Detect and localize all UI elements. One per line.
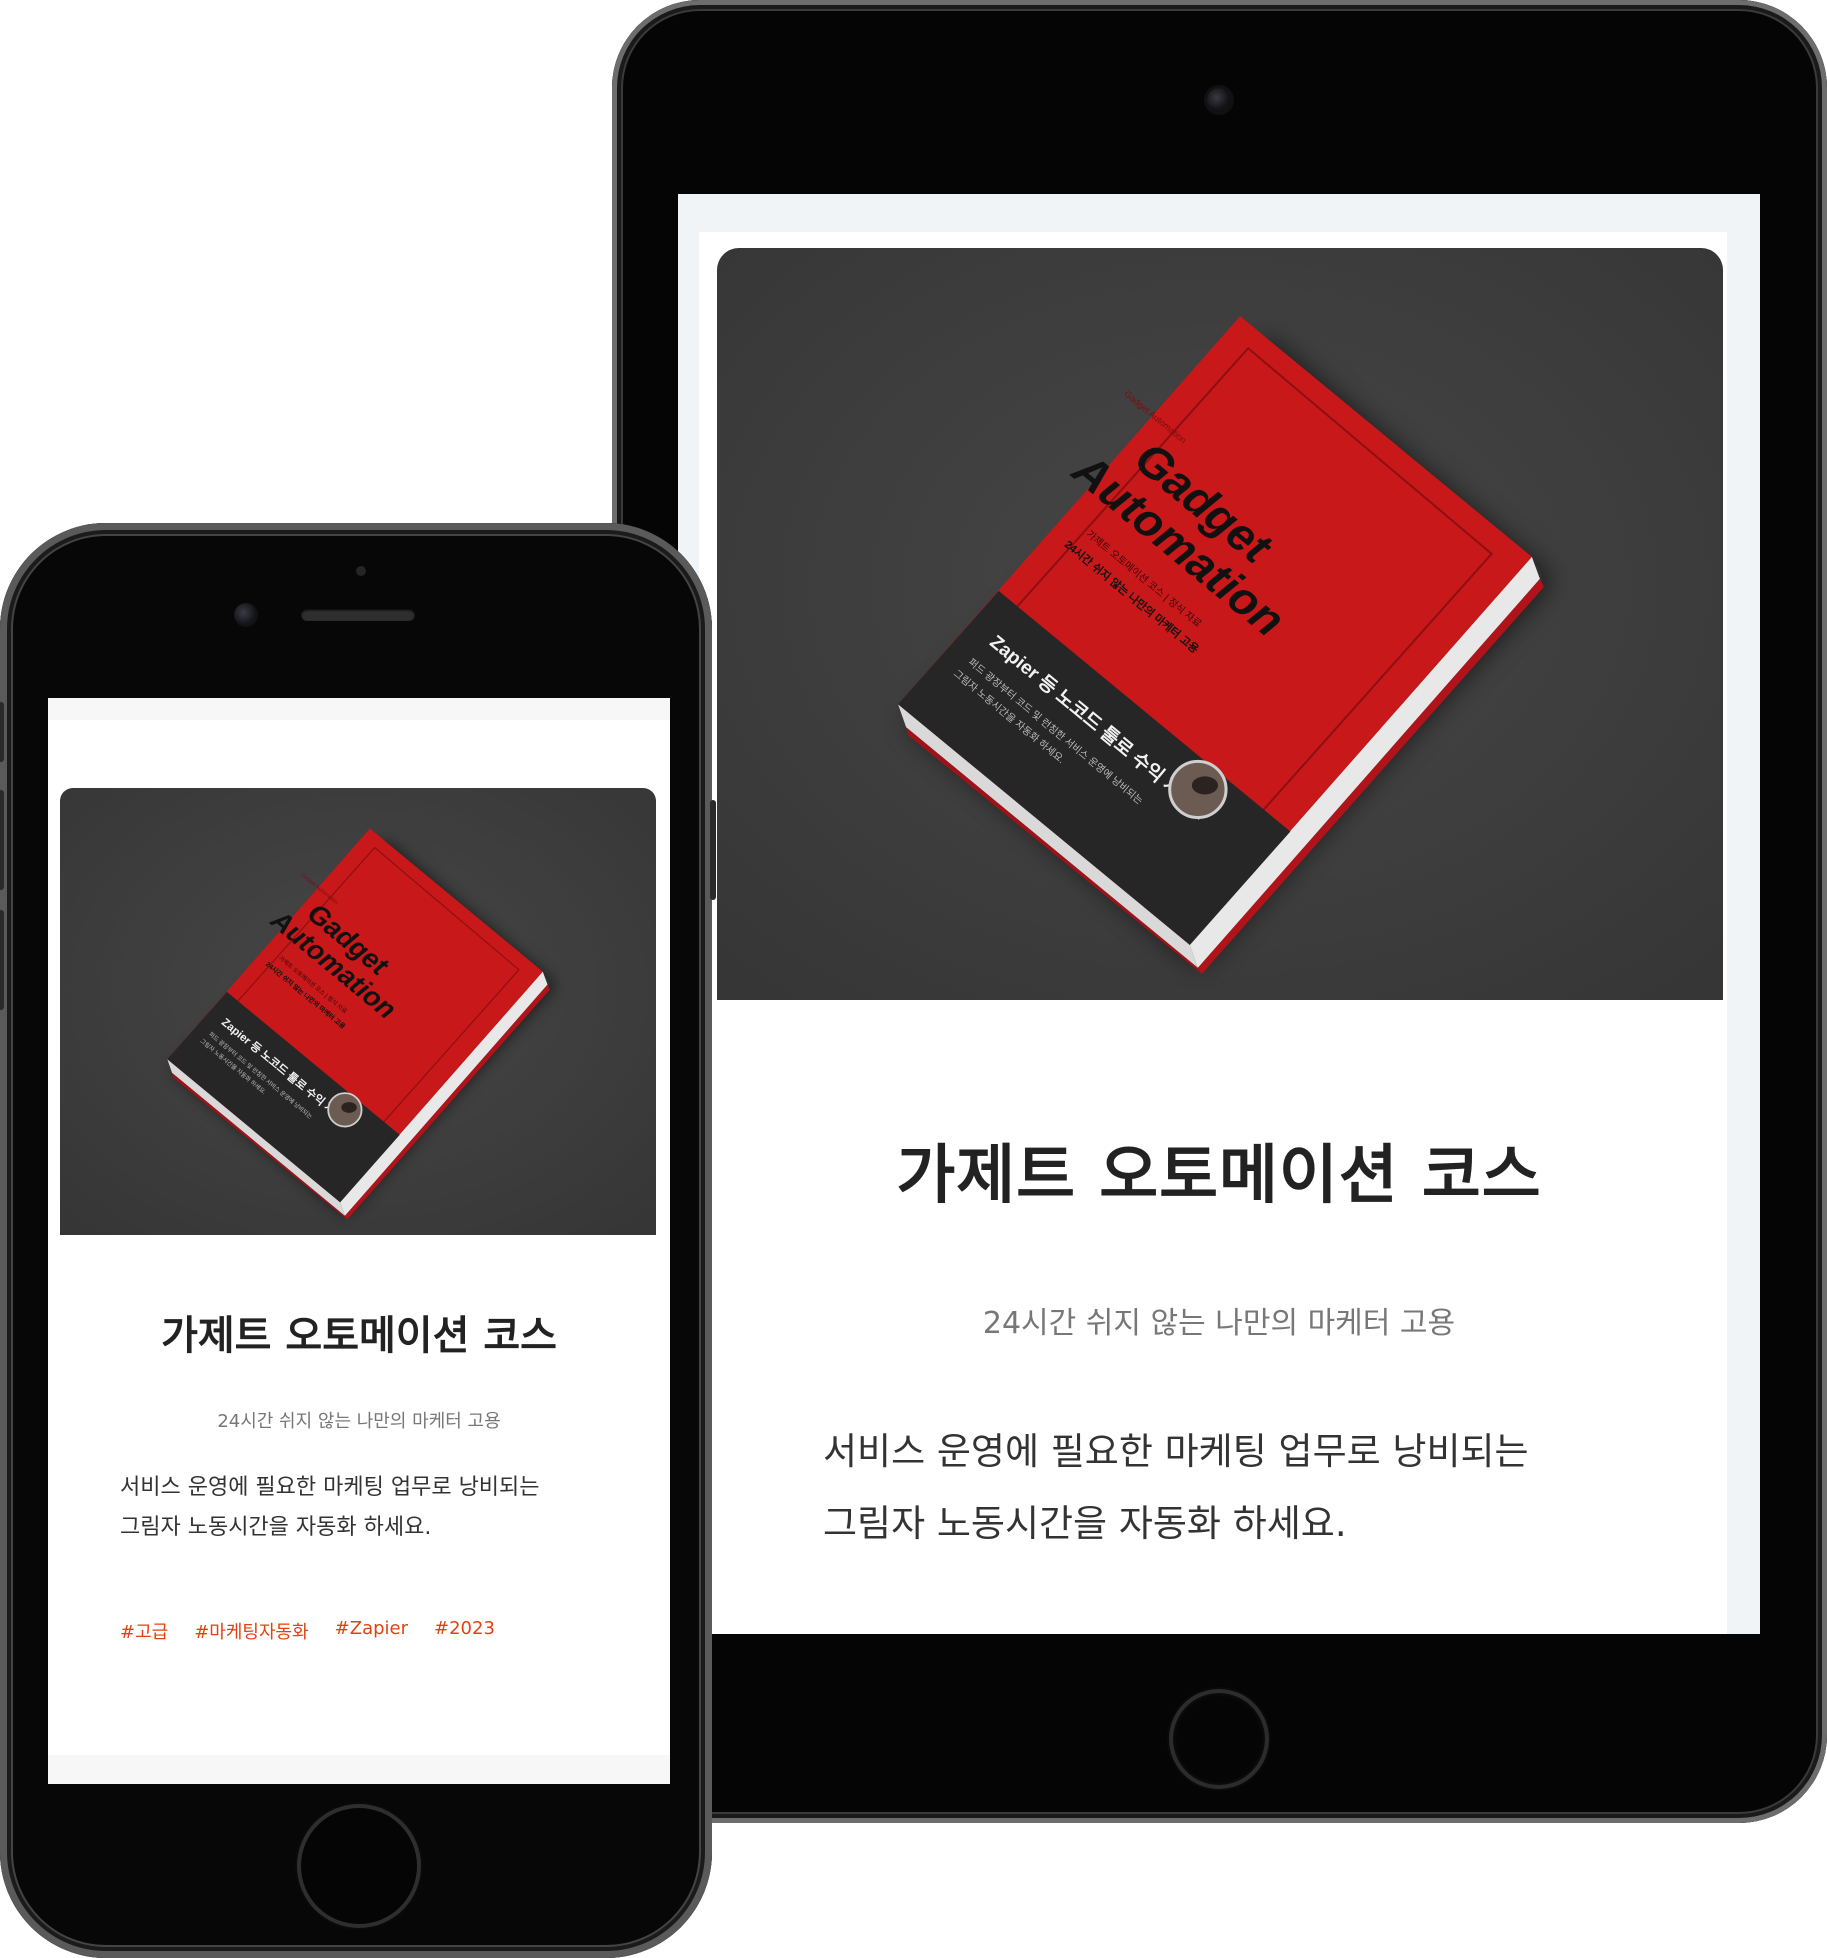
home-button-icon[interactable] [301, 1808, 417, 1924]
phone-description-line: 서비스 운영에 필요한 마케팅 업무로 낭비되는 [120, 1475, 540, 1500]
book-mockup-image: Zapier 등 노코드 툴로 수익 자동화 퍼드 광장부터 코드 및 런칭한 … [60, 788, 656, 1235]
phone-course-title[interactable]: 가제트 오토메이션 코스 [48, 1303, 670, 1361]
tag-zapier[interactable]: #Zapier [335, 1618, 408, 1644]
phone-screen: Zapier 등 노코드 툴로 수익 자동화 퍼드 광장부터 코드 및 런칭한 … [48, 698, 670, 1784]
book-mockup-image: Zapier 등 노코드 툴로 수익 자동화 퍼드 광장부터 코드 및 런칭한 … [717, 248, 1723, 1000]
home-button-icon[interactable] [1173, 1693, 1265, 1785]
phone-volume-up [0, 790, 4, 890]
tag-advanced[interactable]: #고급 [120, 1618, 168, 1644]
phone-sensor-icon [356, 566, 366, 576]
phone-course-description: 서비스 운영에 필요한 마케팅 업무로 낭비되는 그림자 노동시간을 자동화 하… [120, 1468, 640, 1548]
phone-description-line: 그림자 노동시간을 자동화 하세요. [120, 1515, 432, 1540]
tablet-description-line: 서비스 운영에 필요한 마케팅 업무로 낭비되는 [823, 1430, 1529, 1473]
tablet-course-subtitle: 24시간 쉬지 않는 나만의 마케터 고용 [982, 1306, 1456, 1341]
tablet-camera-icon [1207, 88, 1231, 112]
phone-camera-icon [234, 603, 258, 627]
phone-hero-image: Zapier 등 노코드 툴로 수익 자동화 퍼드 광장부터 코드 및 런칭한 … [60, 788, 656, 1235]
phone-tag-list: #고급 #마케팅자동화 #Zapier #2023 [120, 1618, 495, 1644]
phone-course-subtitle: 24시간 쉬지 않는 나만의 마케터 고용 [217, 1411, 501, 1432]
tablet-description-line: 그림자 노동시간을 자동화 하세요. [823, 1502, 1347, 1545]
phone-mute-switch [0, 702, 4, 762]
tag-2023[interactable]: #2023 [434, 1618, 495, 1644]
tablet-course-title[interactable]: 가제트 오토메이션 코스 [678, 1124, 1760, 1216]
phone-volume-down [0, 910, 4, 1010]
tablet-course-description: 서비스 운영에 필요한 마케팅 업무로 낭비되는 그림자 노동시간을 자동화 하… [823, 1416, 1683, 1560]
tag-marketing-automation[interactable]: #마케팅자동화 [194, 1618, 308, 1644]
tablet-hero-image: Zapier 등 노코드 툴로 수익 자동화 퍼드 광장부터 코드 및 런칭한 … [717, 248, 1723, 1000]
phone-power-button [710, 800, 716, 900]
tablet-screen: Zapier 등 노코드 툴로 수익 자동화 퍼드 광장부터 코드 및 런칭한 … [678, 194, 1760, 1634]
phone-speaker-icon [301, 609, 415, 621]
